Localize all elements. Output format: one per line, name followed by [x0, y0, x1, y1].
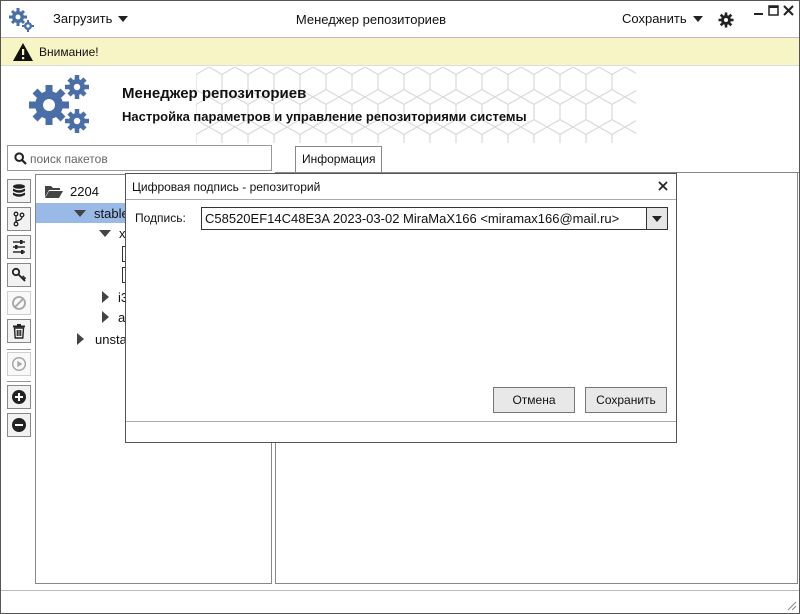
search-input[interactable]	[30, 150, 265, 167]
header-title: Менеджер репозиториев	[122, 85, 307, 102]
warning-text: Внимание!	[39, 45, 99, 59]
branch-icon	[13, 211, 25, 227]
minimize-icon[interactable]	[753, 5, 764, 16]
hexagon-pattern	[196, 67, 636, 143]
plus-icon	[12, 390, 26, 404]
sliders-icon	[13, 240, 25, 254]
expand-icon[interactable]	[99, 229, 111, 237]
signature-select[interactable]: C58520EF14C48E3A 2023-03-02 MiraMaX166 <…	[201, 207, 668, 230]
delete-button[interactable]	[7, 319, 31, 343]
toolbar-separator	[7, 349, 31, 350]
disable-icon	[12, 296, 26, 310]
add-button[interactable]	[7, 385, 31, 409]
settings-sliders-button[interactable]	[7, 235, 31, 259]
tree-item-label: 2204	[70, 183, 99, 199]
main-window: Загрузить Менеджер репозиториев Сохранит…	[0, 0, 800, 614]
package-search	[7, 145, 272, 171]
save-button[interactable]: Сохранить	[585, 387, 667, 413]
branch-button[interactable]	[7, 207, 31, 231]
toolbar-separator	[7, 381, 31, 382]
dialog-footer-divider	[126, 421, 676, 422]
gears-logo-icon	[29, 75, 89, 133]
signature-dropdown-button[interactable]	[646, 208, 667, 229]
expand-icon[interactable]	[102, 311, 109, 323]
key-icon	[11, 267, 27, 282]
maximize-icon[interactable]	[768, 5, 779, 16]
search-icon	[14, 152, 27, 165]
signature-label: Подпись:	[135, 211, 186, 225]
signature-value: C58520EF14C48E3A 2023-03-02 MiraMaX166 <…	[205, 211, 620, 226]
chevron-down-icon	[692, 15, 703, 22]
save-menu-label: Сохранить	[622, 11, 687, 26]
save-menu[interactable]: Сохранить	[622, 11, 703, 26]
play-icon	[11, 356, 27, 372]
folder-open-icon	[45, 186, 63, 198]
status-bar	[1, 590, 799, 613]
gear-icon[interactable]	[718, 12, 734, 28]
expand-icon[interactable]	[74, 209, 86, 217]
close-icon[interactable]	[656, 179, 670, 193]
dialog-header: Цифровая подпись - репозиторий	[126, 174, 676, 200]
expand-icon[interactable]	[77, 333, 84, 345]
tree-item-label: stable	[94, 205, 129, 221]
cancel-button[interactable]: Отмена	[493, 387, 575, 413]
key-button[interactable]	[7, 263, 31, 287]
resize-grip-icon[interactable]	[785, 599, 797, 611]
title-bar: Загрузить Менеджер репозиториев Сохранит…	[1, 1, 799, 38]
minus-icon	[12, 418, 26, 432]
chevron-down-icon	[652, 215, 662, 222]
warning-triangle-icon	[13, 43, 33, 61]
expand-icon[interactable]	[102, 291, 109, 303]
remove-button[interactable]	[7, 413, 31, 437]
header-subtitle: Настройка параметров и управление репози…	[122, 109, 527, 124]
warning-bar: Внимание!	[1, 38, 799, 66]
tab-information[interactable]: Информация	[295, 146, 382, 173]
run-button[interactable]	[7, 352, 31, 376]
tree-item-label: unsta	[95, 331, 127, 347]
dialog-title: Цифровая подпись - репозиторий	[132, 180, 321, 194]
trash-icon	[13, 324, 25, 339]
database-button[interactable]	[7, 179, 31, 203]
signature-dialog: Цифровая подпись - репозиторий Подпись: …	[125, 173, 677, 443]
database-icon	[13, 184, 25, 197]
disable-button[interactable]	[7, 291, 31, 315]
close-icon[interactable]	[783, 5, 794, 16]
